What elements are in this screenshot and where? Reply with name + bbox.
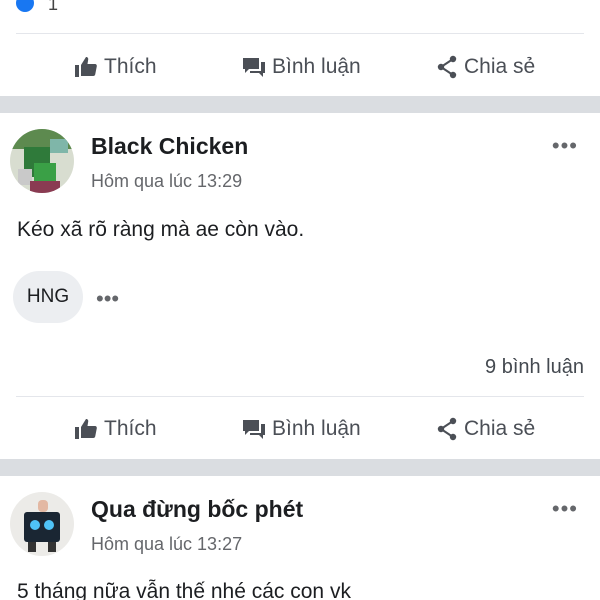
like-label: Thích [104, 417, 157, 440]
post-timestamp[interactable]: Hôm qua lúc 13:29 [91, 171, 242, 192]
more-options-icon[interactable]: ••• [552, 496, 578, 522]
comment-label: Bình luận [272, 417, 361, 440]
share-label: Chia sẻ [464, 55, 536, 78]
comment-label: Bình luận [272, 55, 361, 78]
comment-button[interactable]: Bình luận [242, 36, 361, 98]
action-bar: Thích Bình luận Chia sẻ [0, 398, 600, 460]
post-separator [0, 96, 600, 113]
avatar-image [10, 129, 74, 193]
like-label: Thích [104, 55, 157, 78]
action-bar: Thích Bình luận Chia sẻ [0, 36, 600, 98]
avatar[interactable] [10, 129, 74, 193]
thumbs-up-icon [75, 419, 97, 439]
share-button[interactable]: Chia sẻ [436, 398, 535, 460]
chip-more-icon[interactable]: ••• [96, 286, 119, 312]
share-label: Chia sẻ [464, 417, 536, 440]
thumbs-up-icon [75, 57, 97, 77]
like-reaction-icon [16, 0, 34, 12]
avatar-image [10, 492, 74, 556]
like-button[interactable]: Thích [74, 398, 157, 460]
comment-button[interactable]: Bình luận [242, 398, 361, 460]
post-separator [0, 459, 600, 476]
reaction-count[interactable]: 1 [48, 0, 58, 15]
post-timestamp[interactable]: Hôm qua lúc 13:27 [91, 534, 242, 555]
post-card: Qua đừng bốc phét Hôm qua lúc 13:27 ••• … [0, 476, 600, 600]
avatar[interactable] [10, 492, 74, 556]
post-text: Kéo xã rõ ràng mà ae còn vào. [17, 218, 305, 241]
comment-icon [243, 58, 265, 77]
divider [16, 396, 584, 397]
previous-post-fragment: 1 [0, 0, 600, 34]
share-icon [437, 55, 457, 79]
comment-icon [243, 420, 265, 439]
comment-count[interactable]: 9 bình luận [485, 356, 584, 379]
author-name[interactable]: Black Chicken [91, 133, 248, 160]
share-icon [437, 417, 457, 441]
like-button[interactable]: Thích [74, 36, 157, 98]
more-options-icon[interactable]: ••• [552, 133, 578, 159]
author-name[interactable]: Qua đừng bốc phét [91, 496, 303, 523]
share-button[interactable]: Chia sẻ [436, 36, 535, 98]
post-text: 5 tháng nữa vẫn thế nhé các con vk [17, 580, 351, 600]
divider [16, 33, 584, 34]
tag-chip[interactable]: HNG [13, 271, 83, 323]
